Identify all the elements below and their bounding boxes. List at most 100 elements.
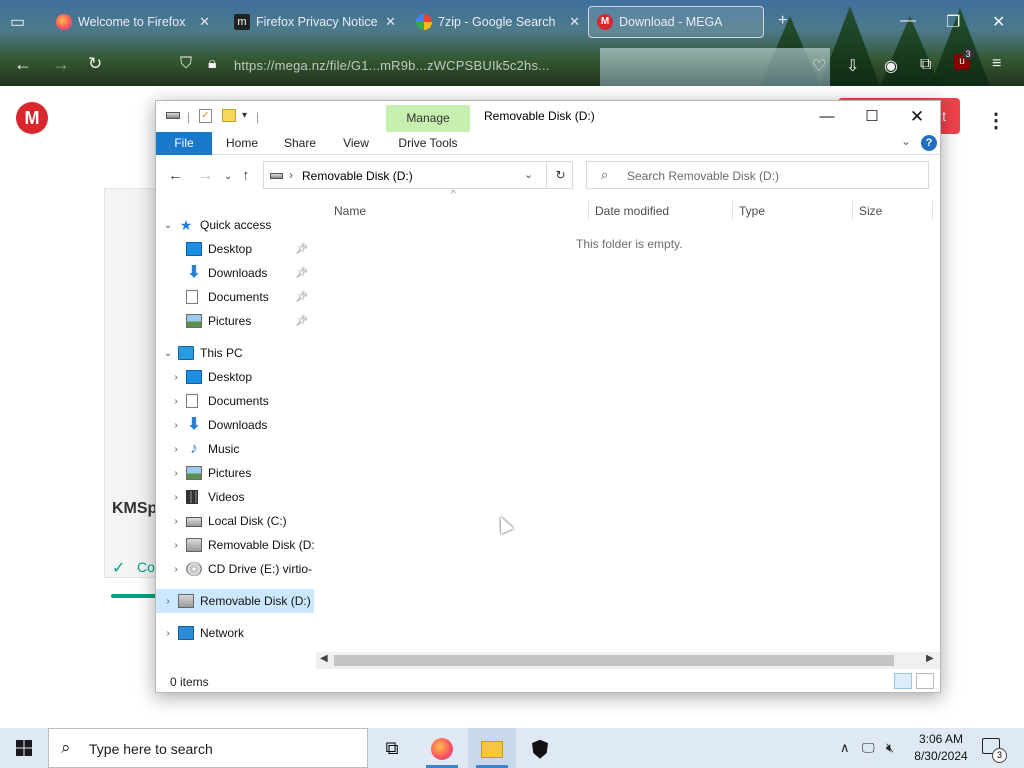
nav-pc-desktop[interactable]: › Desktop (156, 365, 314, 389)
taskbar-search[interactable]: ⌕ Type here to search (48, 728, 368, 768)
nav-pc-music[interactable]: › ♪ Music (156, 437, 314, 461)
chevron-down-icon[interactable]: ⌄ (901, 134, 911, 148)
help-icon[interactable]: ? (921, 135, 937, 151)
nav-pc-removable-disk-d[interactable]: › Removable Disk (D:) (156, 533, 314, 557)
chevron-right-icon[interactable]: › (170, 468, 182, 479)
close-icon[interactable]: ✕ (385, 14, 396, 30)
nav-pc-documents[interactable]: › Documents (156, 389, 314, 413)
column-header-type[interactable]: Type (739, 201, 849, 221)
address-dropdown-icon[interactable]: ⌄ (524, 168, 533, 181)
qat-dropdown-icon[interactable]: ▾ (242, 110, 247, 121)
file-list[interactable]: ^ Name Date modified Type Size This fold… (321, 189, 940, 649)
recent-locations-icon[interactable]: ⌄ (224, 171, 232, 182)
chevron-right-icon[interactable]: › (170, 396, 182, 407)
breadcrumb-chevron-icon[interactable]: › (289, 168, 293, 182)
chevron-right-icon[interactable]: › (170, 444, 182, 455)
mega-logo[interactable]: M (16, 102, 48, 134)
column-header-date-modified[interactable]: Date modified (595, 201, 725, 221)
forward-icon[interactable]: → (52, 54, 70, 75)
tab-privacy-notice[interactable]: m Firefox Privacy Notice ✕ (234, 6, 402, 38)
maximize-icon[interactable]: ☐ (852, 105, 892, 129)
address-bar[interactable]: › Removable Disk (D:) ⌄ (263, 161, 573, 189)
large-icons-view-icon[interactable] (916, 673, 934, 689)
new-tab-icon[interactable]: + (778, 12, 787, 30)
network-tray-icon[interactable]: 🖵︎ (862, 740, 875, 756)
kebab-menu-icon[interactable]: ⋮ (986, 108, 1006, 133)
extensions-icon[interactable]: ⧉ (920, 56, 931, 74)
breadcrumb[interactable]: Removable Disk (D:) (302, 169, 413, 183)
nav-pc-videos[interactable]: › Videos (156, 485, 314, 509)
tab-share[interactable]: Share (276, 132, 324, 155)
scrollbar-thumb[interactable] (334, 655, 894, 666)
column-header-size[interactable]: Size (859, 201, 929, 221)
firefox-taskbar-icon[interactable] (418, 728, 466, 768)
chevron-right-icon[interactable]: › (170, 492, 182, 503)
account-icon[interactable]: ◉ (884, 56, 898, 76)
chevron-right-icon[interactable]: › (170, 540, 182, 551)
tab-home[interactable]: Home (218, 132, 266, 155)
chevron-right-icon[interactable]: › (170, 564, 182, 575)
tab-manage[interactable]: Manage (386, 105, 470, 132)
close-window-icon[interactable]: ✕ (992, 12, 1005, 32)
properties-icon[interactable]: ✓ (199, 109, 212, 123)
column-divider[interactable] (732, 201, 733, 221)
forward-arrow-icon[interactable]: → (198, 167, 213, 184)
column-divider[interactable] (852, 201, 853, 221)
horizontal-scrollbar[interactable]: ◀ ▶ (316, 652, 940, 669)
task-view-icon[interactable]: ⧉ (368, 728, 416, 768)
search-input[interactable]: ⌕ Search Removable Disk (D:) (586, 161, 929, 189)
column-divider[interactable] (588, 201, 589, 221)
back-arrow-icon[interactable]: ← (168, 167, 183, 184)
maximize-icon[interactable]: ❐ (946, 12, 960, 32)
start-button[interactable] (0, 728, 48, 768)
chevron-right-icon[interactable]: › (162, 628, 174, 639)
refresh-icon[interactable]: ↻ (546, 161, 574, 189)
tab-mega-download[interactable]: M Download - MEGA (588, 6, 764, 38)
nav-removable-disk-d[interactable]: › Removable Disk (D:) (156, 589, 314, 613)
details-view-icon[interactable] (894, 673, 912, 689)
nav-network[interactable]: › Network (156, 621, 314, 645)
tab-view[interactable]: View (332, 132, 380, 155)
security-taskbar-icon[interactable] (516, 728, 564, 768)
shield-icon[interactable]: ⛉ (180, 55, 192, 73)
tab-drive-tools[interactable]: Drive Tools (386, 132, 470, 154)
volume-muted-icon[interactable]: 🔇︎ (886, 740, 894, 756)
column-divider[interactable] (932, 201, 933, 221)
tab-welcome[interactable]: Welcome to Firefox ✕ (56, 6, 216, 38)
nav-pc-cd-drive-e[interactable]: › CD Drive (E:) virtio- (156, 557, 314, 581)
url-field[interactable]: https://mega.nz/file/G1...mR9b...zWCPSBU… (234, 58, 550, 73)
tab-list-icon[interactable]: ▭ (10, 12, 25, 32)
column-header-name[interactable]: Name (334, 201, 574, 221)
clock[interactable]: 3:06 AM 8/30/2024 (910, 731, 972, 765)
expand-icon[interactable]: ⌄ (162, 220, 174, 231)
up-arrow-icon[interactable]: ↑ (242, 167, 250, 184)
chevron-right-icon[interactable]: › (162, 596, 174, 607)
nav-pc-downloads[interactable]: › ⬇ Downloads (156, 413, 314, 437)
minimize-icon[interactable]: — (900, 12, 916, 30)
nav-this-pc[interactable]: ⌄ This PC (156, 341, 314, 365)
lock-icon[interactable]: 🔒︎ (208, 55, 217, 73)
tab-file[interactable]: File (156, 132, 212, 155)
tab-google-search[interactable]: 7zip - Google Search ✕ (416, 6, 586, 38)
file-explorer-taskbar-icon[interactable] (468, 728, 516, 768)
back-icon[interactable]: ← (14, 54, 32, 75)
nav-quick-desktop[interactable]: Desktop 📌︎ (156, 237, 314, 261)
pocket-icon[interactable]: ♡ (812, 56, 826, 76)
nav-quick-downloads[interactable]: ⬇ Downloads 📌︎ (156, 261, 314, 285)
chevron-right-icon[interactable]: › (170, 516, 182, 527)
close-icon[interactable]: ✕ (897, 105, 937, 129)
nav-quick-documents[interactable]: Documents 📌︎ (156, 285, 314, 309)
downloads-icon[interactable]: ⇩ (846, 56, 859, 76)
chevron-right-icon[interactable]: › (170, 372, 182, 383)
close-icon[interactable]: ✕ (569, 14, 580, 30)
reload-icon[interactable]: ↻ (88, 54, 102, 74)
tray-overflow-icon[interactable]: ∧ (840, 740, 850, 756)
minimize-icon[interactable]: — (807, 105, 847, 129)
chevron-right-icon[interactable]: › (170, 420, 182, 431)
new-folder-icon[interactable] (222, 109, 236, 122)
scroll-right-icon[interactable]: ▶ (926, 653, 934, 664)
scroll-left-icon[interactable]: ◀ (320, 653, 328, 664)
expand-icon[interactable]: ⌄ (162, 348, 174, 359)
nav-quick-access[interactable]: ⌄ ★ Quick access (156, 213, 314, 237)
nav-pc-local-disk-c[interactable]: › Local Disk (C:) (156, 509, 314, 533)
